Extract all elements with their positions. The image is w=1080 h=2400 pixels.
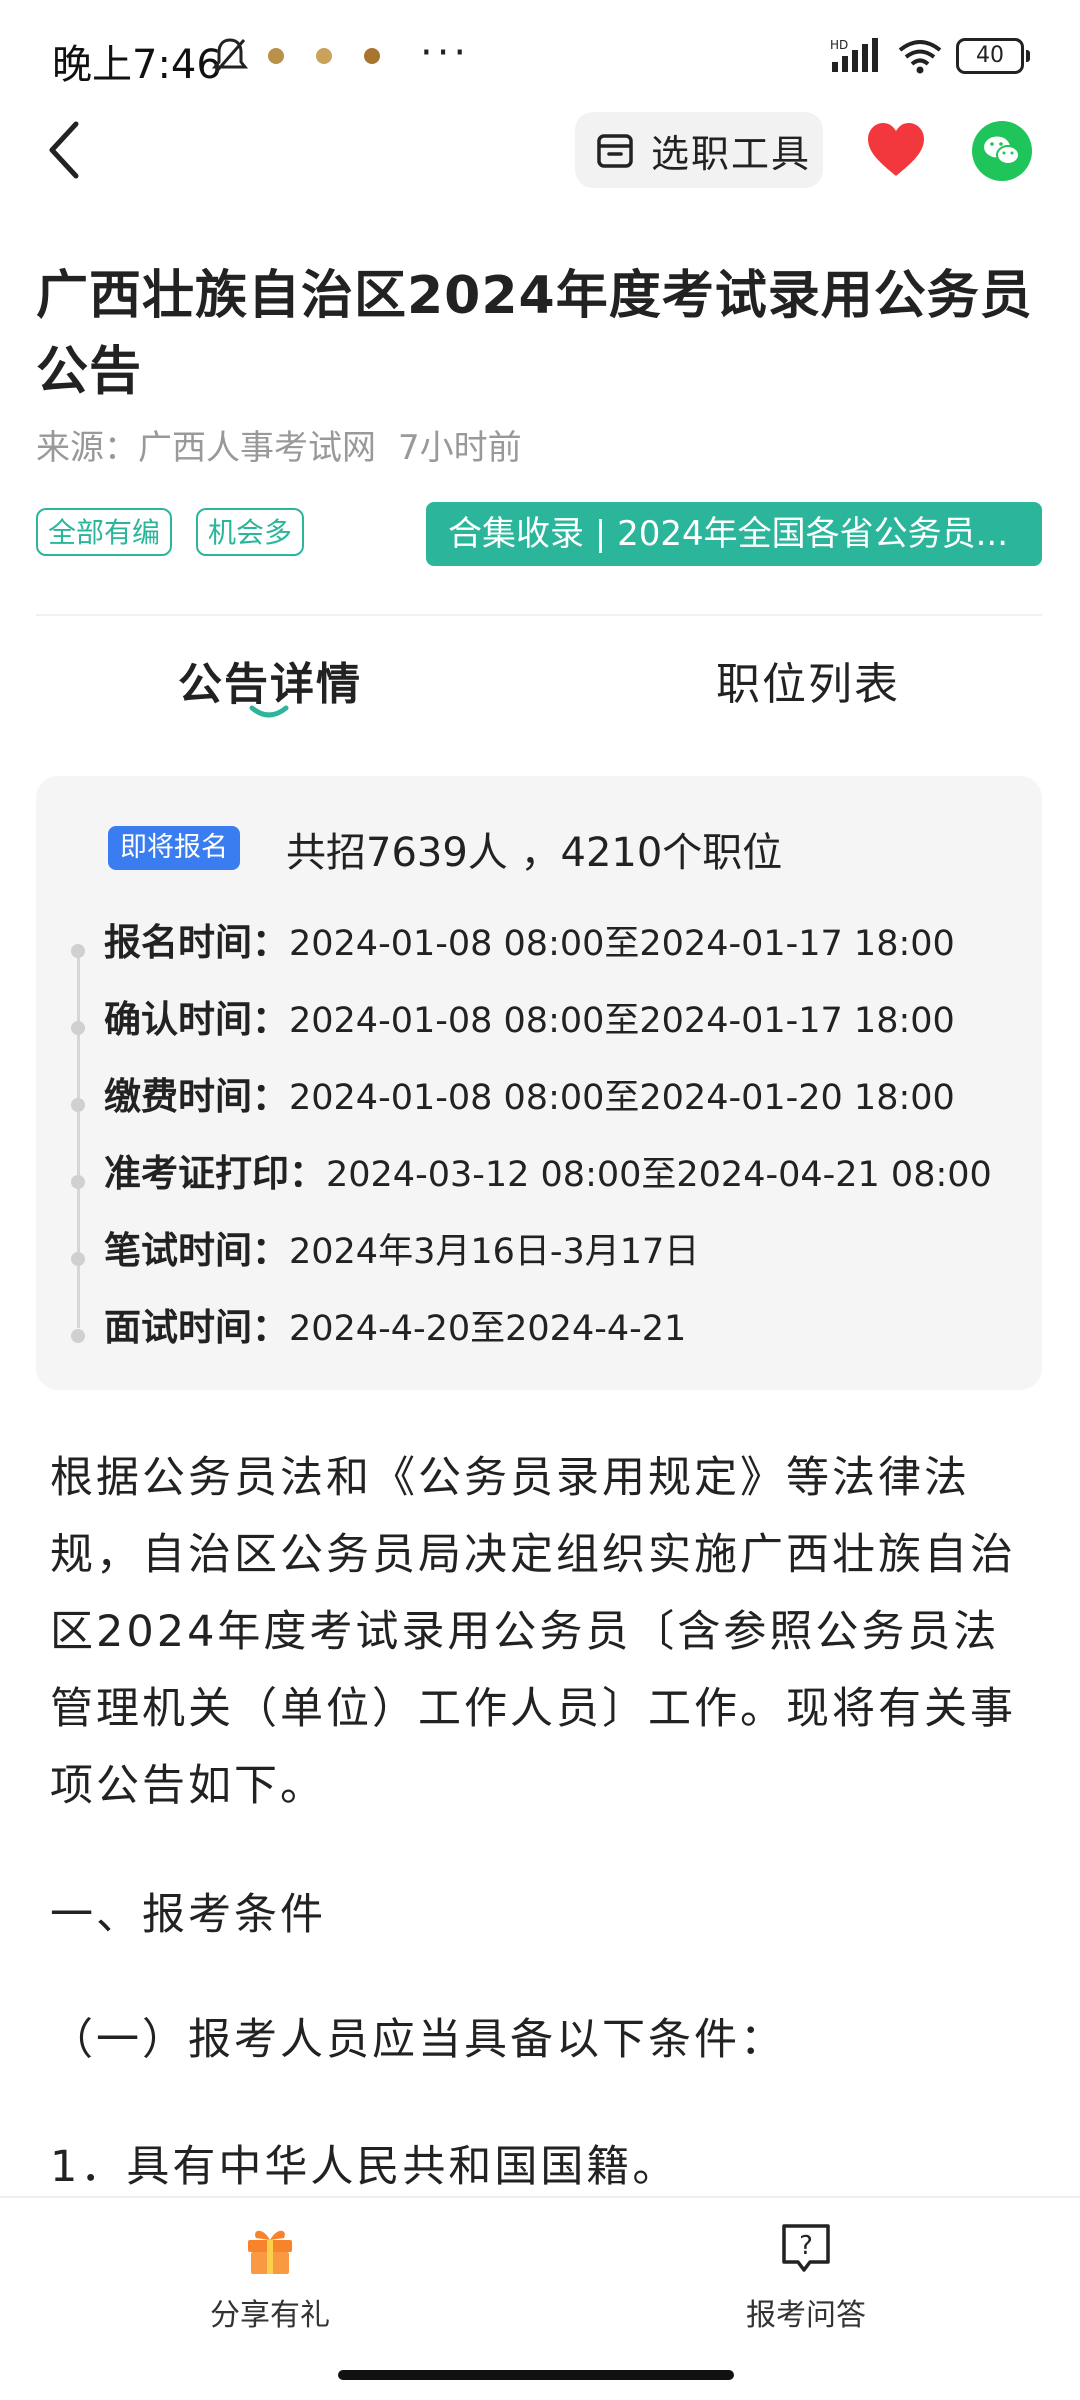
- tab-positions[interactable]: 职位列表: [716, 648, 900, 712]
- heart-icon[interactable]: [865, 120, 927, 180]
- schedule-value: 2024年3月16日-3月17日: [289, 1232, 700, 1272]
- gift-icon: [248, 2230, 292, 2274]
- schedule-row: 面试时间：2024-4-20至2024-4-21: [104, 1297, 686, 1351]
- more-notifications-icon: ···: [420, 30, 471, 76]
- schedule-label: 准考证打印：: [104, 1152, 326, 1195]
- share-gift-button[interactable]: 分享有礼: [170, 2218, 370, 2334]
- status-bar: 晚上7:46 ··· HD 40: [0, 0, 1080, 110]
- status-indicators: HD 40: [830, 36, 1030, 76]
- svg-text:?: ?: [799, 2231, 813, 2261]
- page-title: 广西壮族自治区2024年度考试录用公务员公告: [36, 266, 1033, 402]
- collection-banner[interactable]: 合集收录 | 2024年全国各省公务员...: [426, 502, 1042, 566]
- divider: [36, 614, 1042, 616]
- article-meta: 来源：广西人事考试网 7小时前: [36, 420, 544, 469]
- home-indicator[interactable]: [338, 2370, 734, 2380]
- svg-text:HD: HD: [830, 38, 848, 52]
- exam-qa-button[interactable]: ? 报考问答: [706, 2218, 906, 2334]
- question-bubble-icon: ?: [782, 2224, 830, 2272]
- section-heading: 一、报考条件: [50, 1890, 326, 1940]
- wechat-share-button[interactable]: [972, 121, 1032, 181]
- schedule-row: 缴费时间：2024-01-08 08:00至2024-01-20 18:00: [104, 1066, 955, 1120]
- schedule-row: 确认时间：2024-01-08 08:00至2024-01-17 18:00: [104, 989, 955, 1043]
- exam-schedule-card: 即将报名 共招7639人 ，4210个职位 报名时间：2024-01-08 08…: [36, 776, 1042, 1390]
- article-source: 来源：广西人事考试网: [36, 428, 376, 468]
- status-badge: 即将报名: [108, 826, 240, 870]
- timeline-line: [77, 944, 80, 1328]
- schedule-row: 准考证打印：2024-03-12 08:00至2024-04-21 08:00: [104, 1143, 992, 1197]
- article-time: 7小时前: [398, 428, 522, 468]
- job-tool-label: 选职工具: [651, 131, 812, 176]
- notification-app-icon: [364, 48, 380, 64]
- article-paragraph: 根据公务员法和《公务员录用规定》等法律法规，自治区公务员局决定组织实施广西壮族自…: [50, 1453, 1016, 1811]
- timeline-dot: [71, 944, 85, 958]
- briefcase-icon: [597, 134, 633, 168]
- schedule-label: 确认时间：: [104, 998, 289, 1041]
- signal-icon: HD: [830, 38, 878, 72]
- schedule-row: 笔试时间：2024年3月16日-3月17日: [104, 1220, 699, 1274]
- mute-bell-icon: [212, 38, 248, 73]
- active-tab-indicator: [249, 705, 289, 718]
- schedule-value: 2024-01-08 08:00至2024-01-17 18:00: [289, 924, 955, 964]
- battery-icon: 40: [956, 38, 1030, 74]
- wifi-icon: [898, 40, 942, 74]
- timeline-dot: [71, 1175, 85, 1189]
- schedule-label: 笔试时间：: [104, 1229, 289, 1272]
- notification-app-icon: [316, 48, 332, 64]
- schedule-value: 2024-4-20至2024-4-21: [289, 1309, 687, 1349]
- status-time: 晚上7:46: [52, 42, 222, 88]
- list-item: 1．具有中华人民共和国国籍。: [50, 2142, 679, 2192]
- timeline-dot: [71, 1252, 85, 1266]
- recruit-summary: 共招7639人 ，4210个职位: [286, 830, 783, 876]
- tag-many-chances: 机会多: [196, 508, 305, 556]
- timeline-dot: [71, 1098, 85, 1112]
- schedule-label: 报名时间：: [104, 921, 289, 964]
- timeline-dot: [71, 1329, 85, 1343]
- notification-app-icon: [268, 48, 284, 64]
- schedule-row: 报名时间：2024-01-08 08:00至2024-01-17 18:00: [104, 912, 955, 966]
- schedule-value: 2024-01-08 08:00至2024-01-20 18:00: [289, 1078, 955, 1118]
- back-arrow-icon[interactable]: [40, 118, 96, 182]
- wechat-icon: [984, 136, 1020, 165]
- schedule-value: 2024-01-08 08:00至2024-01-17 18:00: [289, 1001, 955, 1041]
- schedule-value: 2024-03-12 08:00至2024-04-21 08:00: [326, 1155, 992, 1195]
- schedule-label: 缴费时间：: [104, 1075, 289, 1118]
- job-tool-button[interactable]: 选职工具: [575, 112, 823, 188]
- page: 晚上7:46 ··· HD 40 选职工具 广西壮族自治区2024年度考试录用公…: [0, 0, 1080, 2400]
- tag-all-staffed: 全部有编: [36, 508, 173, 556]
- schedule-label: 面试时间：: [104, 1306, 289, 1349]
- timeline-dot: [71, 1021, 85, 1035]
- share-gift-label: 分享有礼: [210, 2298, 330, 2333]
- exam-qa-label: 报考问答: [746, 2298, 866, 2333]
- subsection-heading: （一）报考人员应当具备以下条件：: [50, 2015, 786, 2065]
